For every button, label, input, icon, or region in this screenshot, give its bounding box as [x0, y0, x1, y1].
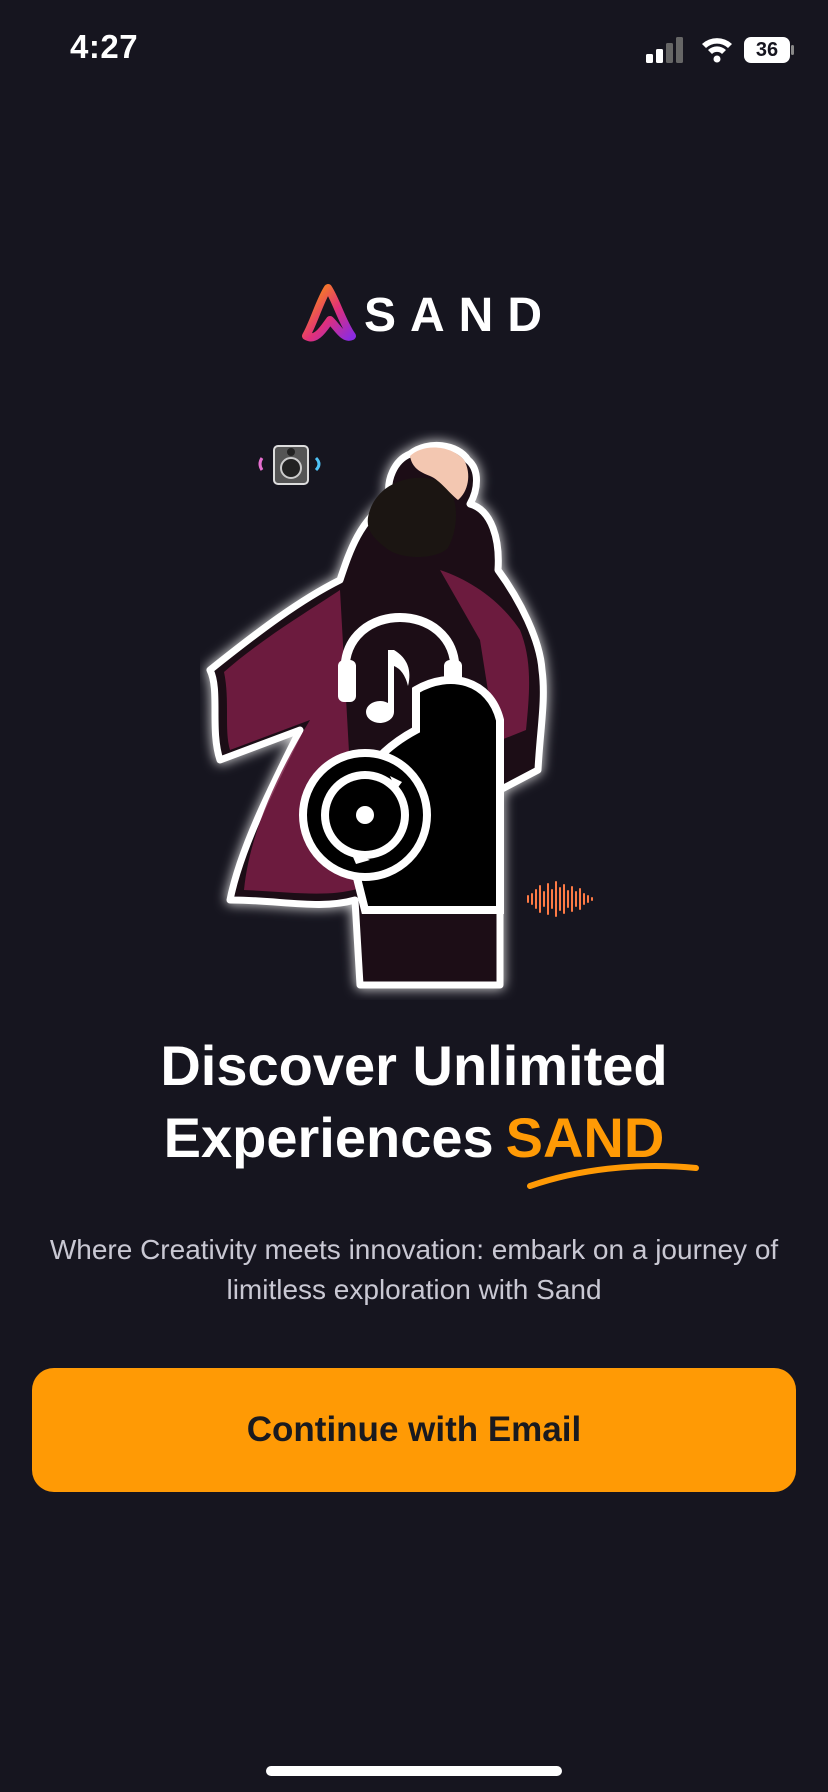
headline: Discover Unlimited Experiences SAND: [0, 1030, 828, 1174]
wifi-icon: [702, 38, 732, 63]
app-logo: SAND: [300, 282, 550, 348]
headline-line1: Discover Unlimited: [160, 1034, 668, 1097]
continue-with-email-button[interactable]: Continue with Email: [32, 1368, 796, 1492]
logo-text: SAND: [364, 289, 557, 342]
headline-experiences: Experiences: [163, 1106, 494, 1169]
sand-logo-mark-icon: [302, 284, 356, 342]
status-time: 4:27: [70, 28, 139, 65]
headline-line2: Experiences SAND: [0, 1102, 828, 1174]
home-indicator[interactable]: [266, 1766, 562, 1776]
cellular-signal-icon: [646, 37, 683, 63]
subtitle: Where Creativity meets innovation: embar…: [49, 1234, 779, 1305]
battery-level: 36: [755, 39, 779, 61]
accent-underline-icon: [527, 1163, 699, 1189]
continue-with-email-label: Continue with Email: [246, 1410, 582, 1449]
waveform-icon: [527, 881, 593, 917]
status-icons: 36: [644, 34, 794, 66]
